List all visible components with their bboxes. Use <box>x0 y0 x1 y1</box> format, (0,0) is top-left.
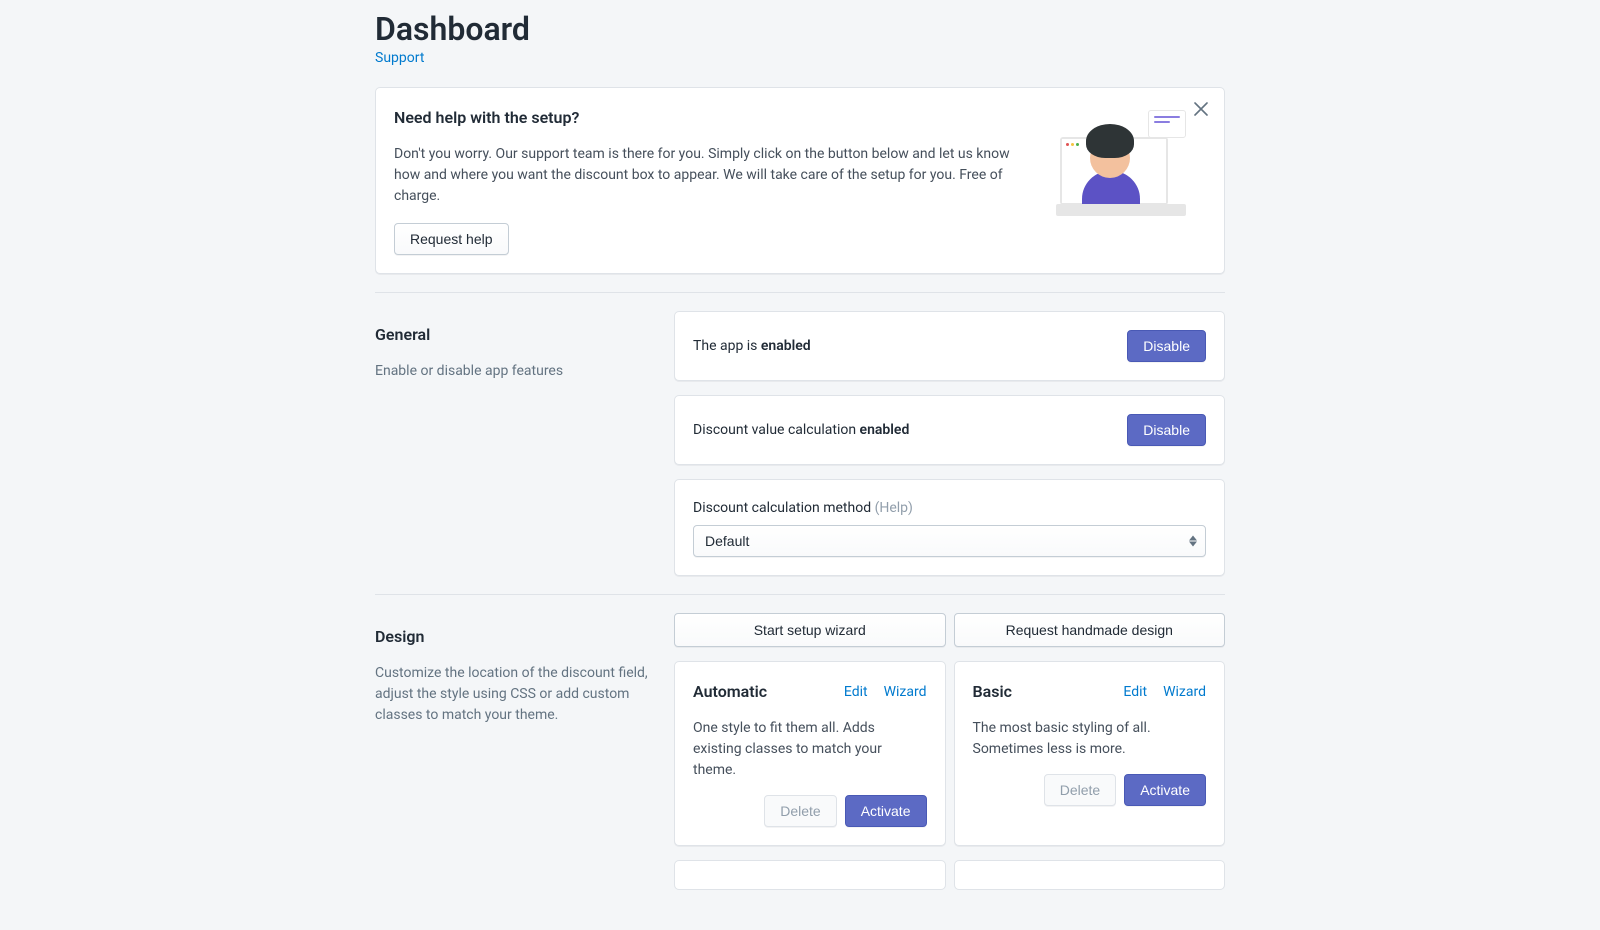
wizard-link[interactable]: Wizard <box>884 682 927 703</box>
request-handmade-design-button[interactable]: Request handmade design <box>954 613 1226 647</box>
calc-method-select[interactable]: Default <box>693 525 1206 557</box>
divider <box>375 594 1225 595</box>
app-status-text: The app is enabled <box>693 336 811 357</box>
design-card-desc: The most basic styling of all. Sometimes… <box>973 718 1207 760</box>
page-title: Dashboard <box>375 10 1225 48</box>
wizard-link[interactable]: Wizard <box>1163 682 1206 703</box>
design-card-title: Basic <box>973 680 1012 704</box>
discount-calc-row: Discount value calculation enabled Disab… <box>674 395 1225 465</box>
design-card-partial <box>954 860 1226 890</box>
breadcrumb-support-link[interactable]: Support <box>375 50 424 66</box>
close-icon[interactable] <box>1190 98 1212 124</box>
general-desc: Enable or disable app features <box>375 361 650 382</box>
activate-button[interactable]: Activate <box>845 795 927 827</box>
delete-button[interactable]: Delete <box>764 795 836 827</box>
design-card-basic: Basic Edit Wizard The most basic styling… <box>954 661 1226 846</box>
design-card-automatic: Automatic Edit Wizard One style to fit t… <box>674 661 946 846</box>
calc-method-block: Discount calculation method (Help) Defau… <box>674 479 1225 576</box>
design-desc: Customize the location of the discount f… <box>375 663 650 726</box>
design-title: Design <box>375 625 650 649</box>
calc-method-label: Discount calculation method (Help) <box>693 498 1206 519</box>
edit-link[interactable]: Edit <box>1123 682 1147 703</box>
support-illustration <box>1056 106 1186 216</box>
app-enabled-row: The app is enabled Disable <box>674 311 1225 381</box>
divider <box>375 292 1225 293</box>
activate-button[interactable]: Activate <box>1124 774 1206 806</box>
request-help-button[interactable]: Request help <box>394 223 509 255</box>
page-header: Dashboard Support <box>375 10 1225 69</box>
edit-link[interactable]: Edit <box>844 682 868 703</box>
design-section: Design Customize the location of the dis… <box>375 613 1225 890</box>
start-setup-wizard-button[interactable]: Start setup wizard <box>674 613 946 647</box>
discount-calc-text: Discount value calculation enabled <box>693 420 909 441</box>
general-section: General Enable or disable app features T… <box>375 311 1225 576</box>
delete-button[interactable]: Delete <box>1044 774 1116 806</box>
design-card-desc: One style to fit them all. Adds existing… <box>693 718 927 781</box>
banner-text: Don't you worry. Our support team is the… <box>394 144 1034 207</box>
design-card-partial <box>674 860 946 890</box>
disable-discount-calc-button[interactable]: Disable <box>1127 414 1206 446</box>
general-title: General <box>375 323 650 347</box>
design-card-title: Automatic <box>693 680 767 704</box>
calc-method-help-link[interactable]: (Help) <box>875 500 913 516</box>
banner-title: Need help with the setup? <box>394 106 1036 130</box>
disable-app-button[interactable]: Disable <box>1127 330 1206 362</box>
partial-cards-row <box>674 860 1225 890</box>
help-banner: Need help with the setup? Don't you worr… <box>375 87 1225 274</box>
